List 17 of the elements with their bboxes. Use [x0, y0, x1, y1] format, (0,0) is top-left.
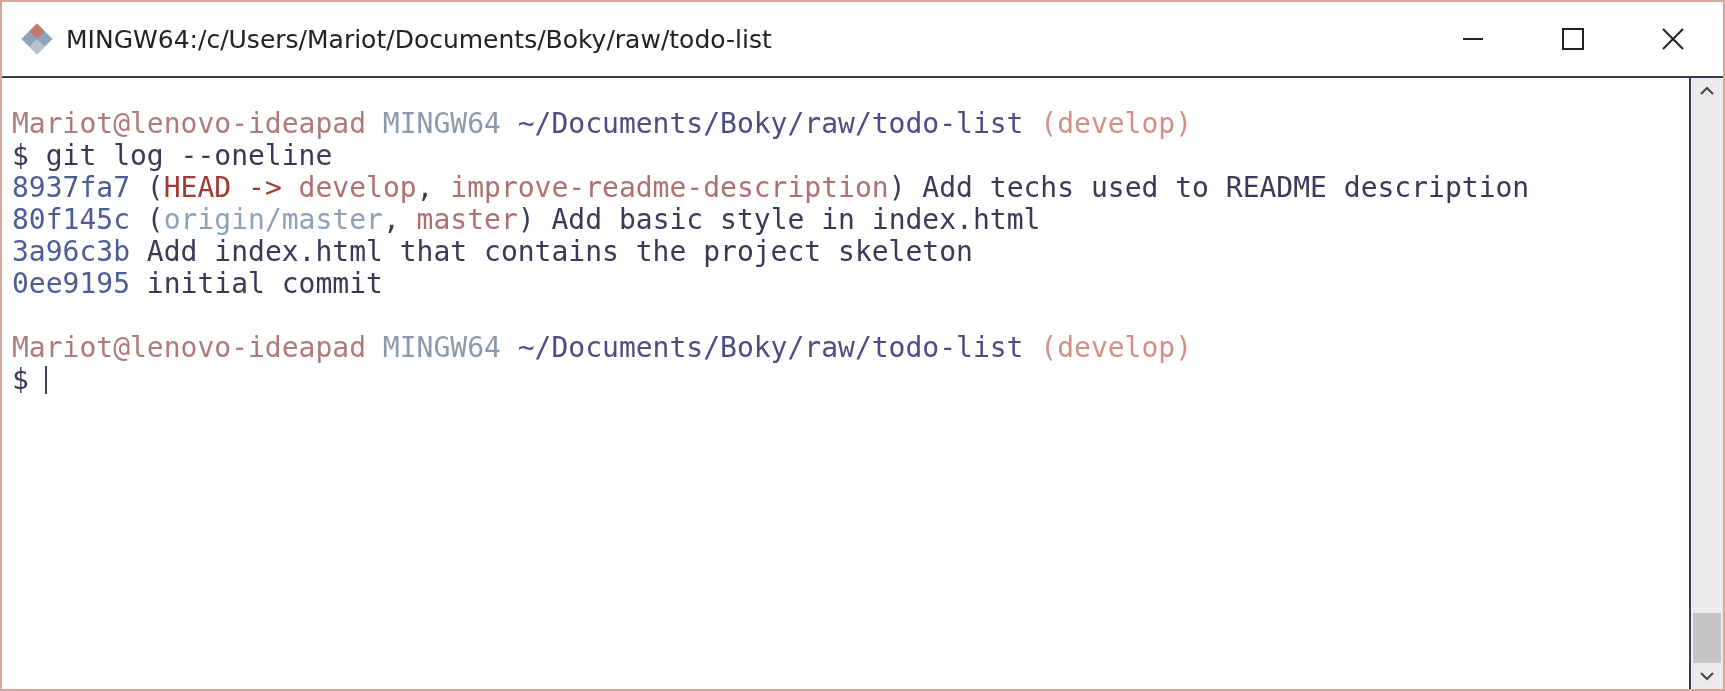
terminal-line: 0ee9195 initial commit [12, 268, 383, 300]
scroll-down-icon[interactable] [1699, 671, 1715, 681]
scroll-up-icon[interactable] [1699, 86, 1715, 96]
maximize-icon [1560, 26, 1586, 52]
minimize-icon [1463, 38, 1483, 40]
terminal-line: Mariot@lenovo-ideapad MINGW64 ~/Documents/Boky/raw/todo-list (develop) [12, 108, 1193, 140]
terminal-line: $ git log --oneline [12, 140, 333, 172]
terminal-line: Mariot@lenovo-ideapad MINGW64 ~/Documents/Boky/raw/todo-list (develop) [12, 332, 1193, 364]
close-icon [1660, 26, 1686, 52]
window-title: MINGW64:/c/Users/Mariot/Documents/Boky/raw/todo-list [66, 24, 773, 54]
terminal-line: $ [12, 364, 29, 396]
scroll-thumb[interactable] [1693, 613, 1721, 663]
terminal-line: 80f145c (origin/master, master) Add basic style in index.html [12, 204, 1041, 236]
terminal-line: 3a96c3b Add index.html that contains the project skeleton [12, 236, 973, 268]
text-cursor [44, 366, 47, 394]
terminal-line: 8937fa7 (HEAD -> develop, improve-readme-description) Add techs used to README description [12, 172, 1530, 204]
scrollbar[interactable] [1691, 78, 1723, 689]
